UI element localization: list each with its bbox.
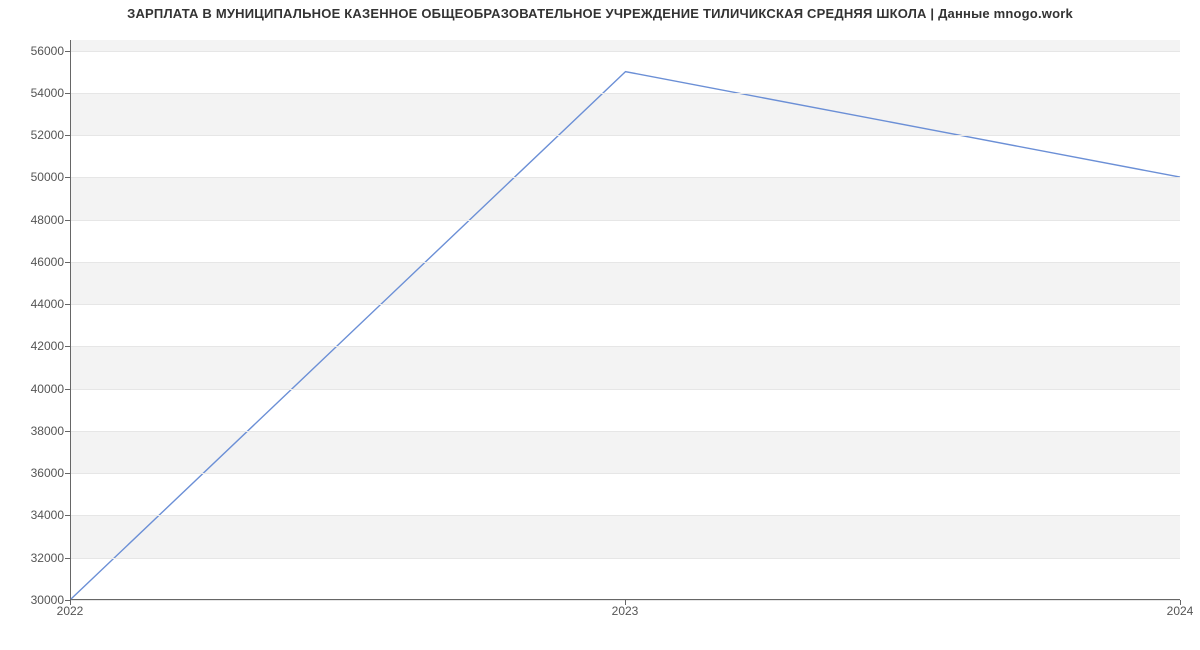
x-tick-label: 2023	[612, 604, 639, 618]
y-tick-mark	[65, 304, 70, 305]
y-tick-label: 36000	[4, 466, 64, 480]
y-tick-label: 56000	[4, 44, 64, 58]
y-grid-line	[71, 473, 1180, 474]
plot-area	[70, 40, 1180, 600]
y-tick-mark	[65, 220, 70, 221]
x-tick-mark	[1180, 600, 1181, 605]
y-tick-mark	[65, 473, 70, 474]
y-tick-mark	[65, 515, 70, 516]
y-grid-line	[71, 558, 1180, 559]
x-tick-label: 2024	[1167, 604, 1194, 618]
y-tick-label: 30000	[4, 593, 64, 607]
y-grid-line	[71, 135, 1180, 136]
x-tick-mark	[70, 600, 71, 605]
chart-title: ЗАРПЛАТА В МУНИЦИПАЛЬНОЕ КАЗЕННОЕ ОБЩЕОБ…	[0, 6, 1200, 21]
y-grid-line	[71, 220, 1180, 221]
y-tick-label: 42000	[4, 339, 64, 353]
y-grid-line	[71, 51, 1180, 52]
y-tick-label: 38000	[4, 424, 64, 438]
y-tick-mark	[65, 262, 70, 263]
y-tick-label: 32000	[4, 551, 64, 565]
y-grid-line	[71, 431, 1180, 432]
y-grid-line	[71, 93, 1180, 94]
y-grid-line	[71, 346, 1180, 347]
y-grid-line	[71, 177, 1180, 178]
y-tick-mark	[65, 51, 70, 52]
line-chart: ЗАРПЛАТА В МУНИЦИПАЛЬНОЕ КАЗЕННОЕ ОБЩЕОБ…	[0, 0, 1200, 650]
y-tick-label: 44000	[4, 297, 64, 311]
y-tick-label: 34000	[4, 508, 64, 522]
y-grid-line	[71, 304, 1180, 305]
y-tick-label: 40000	[4, 382, 64, 396]
y-grid-line	[71, 389, 1180, 390]
x-tick-label: 2022	[57, 604, 84, 618]
y-tick-mark	[65, 558, 70, 559]
y-tick-mark	[65, 93, 70, 94]
y-tick-label: 48000	[4, 213, 64, 227]
y-tick-label: 50000	[4, 170, 64, 184]
y-tick-mark	[65, 177, 70, 178]
y-tick-mark	[65, 135, 70, 136]
x-tick-mark	[625, 600, 626, 605]
y-tick-label: 54000	[4, 86, 64, 100]
y-tick-label: 46000	[4, 255, 64, 269]
y-tick-mark	[65, 431, 70, 432]
y-tick-mark	[65, 389, 70, 390]
y-grid-line	[71, 262, 1180, 263]
data-line	[71, 72, 1180, 599]
y-grid-line	[71, 515, 1180, 516]
y-tick-label: 52000	[4, 128, 64, 142]
y-tick-mark	[65, 346, 70, 347]
